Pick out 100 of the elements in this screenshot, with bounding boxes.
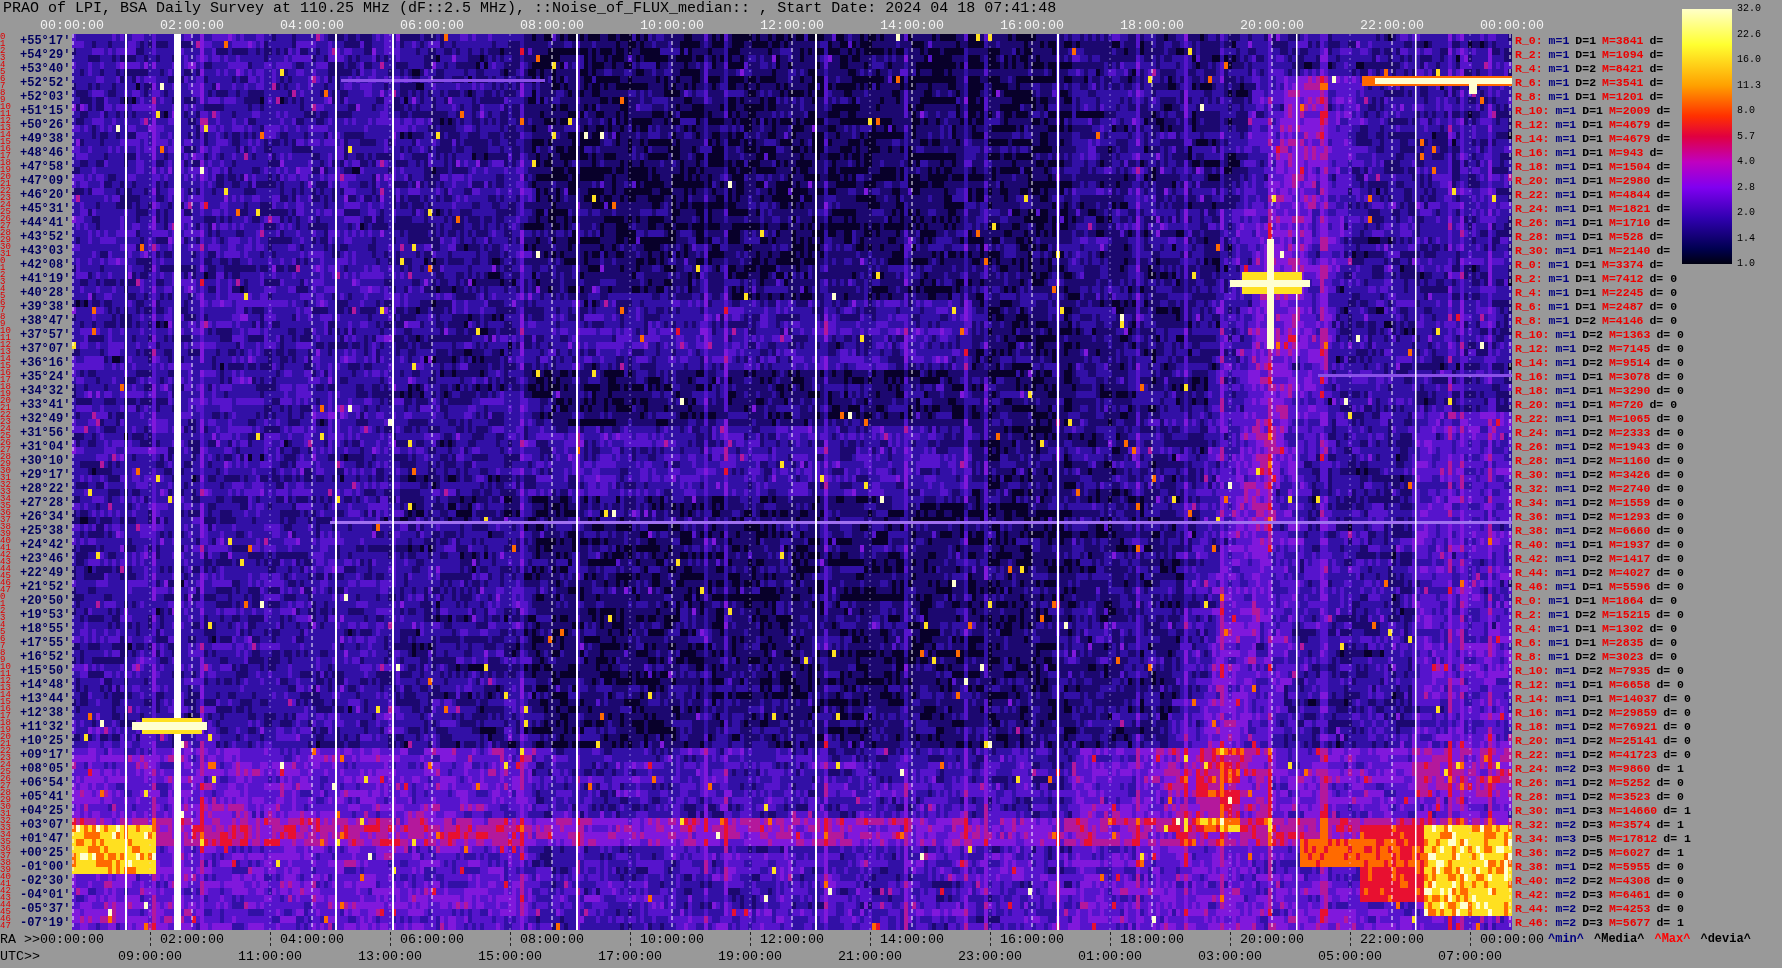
max-value: M=3023 <box>1602 650 1644 664</box>
deviation-value: d= 0 <box>1656 510 1684 524</box>
declination-label: +41°19' <box>20 272 71 286</box>
row-label: R_40: <box>1515 538 1550 552</box>
row-label: R_24: <box>1515 426 1550 440</box>
median-value: D=1 <box>1582 384 1603 398</box>
deviation-value: d= 1 <box>1656 846 1684 860</box>
declination-label: +42°08' <box>20 258 71 272</box>
utc-axis-label: 01:00:00 <box>1078 948 1142 964</box>
max-value: M=41723 <box>1608 748 1658 762</box>
max-value: M=7412 <box>1602 272 1644 286</box>
ra-axis-title: RA >> <box>0 931 40 947</box>
declination-label: +08°05' <box>20 762 71 776</box>
min-value: m=1 <box>1555 860 1577 874</box>
scale-tick-label: 8.0 <box>1737 104 1755 118</box>
row-label: R_30: <box>1515 804 1550 818</box>
median-value: D=3 <box>1582 818 1603 832</box>
max-value: M=4679 <box>1608 132 1651 146</box>
row-label: R_12: <box>1515 342 1550 356</box>
min-value: m=1 <box>1548 314 1570 328</box>
min-value: m=1 <box>1555 202 1577 216</box>
min-value: m=1 <box>1555 118 1577 132</box>
row-index: 4 <box>0 622 6 629</box>
min-value: m=1 <box>1555 132 1577 146</box>
declination-label: +06°54' <box>20 776 71 790</box>
deviation-value: d= 0 <box>1656 496 1684 510</box>
max-value: M=2333 <box>1608 426 1651 440</box>
median-value: D=1 <box>1582 398 1603 412</box>
min-value: m=1 <box>1548 300 1570 314</box>
deviation-value: d= 0 <box>1656 426 1684 440</box>
min-value: m=1 <box>1555 244 1577 258</box>
median-value: D=1 <box>1575 636 1597 650</box>
declination-label: +36°16' <box>20 356 71 370</box>
max-value: M=4679 <box>1608 118 1651 132</box>
median-value: D=2 <box>1582 468 1603 482</box>
min-value: m=1 <box>1555 412 1577 426</box>
min-value: m=1 <box>1555 146 1577 160</box>
min-value: m=1 <box>1555 328 1577 342</box>
deviation-value: d= 0 <box>1656 342 1684 356</box>
min-value: m=1 <box>1548 286 1570 300</box>
row-label: R_22: <box>1515 748 1550 762</box>
declination-label: +19°53' <box>20 608 71 622</box>
min-value: m=1 <box>1555 664 1577 678</box>
time-axis-label: 00:00:00 <box>40 18 104 33</box>
declination-label: +11°32' <box>20 720 71 734</box>
declination-label: +24°42' <box>20 538 71 552</box>
min-value: m=1 <box>1555 230 1577 244</box>
time-axis-label: 02:00:00 <box>160 18 224 33</box>
row-index: 11 <box>0 335 11 342</box>
max-value: M=25141 <box>1608 734 1658 748</box>
max-value: M=1943 <box>1608 440 1651 454</box>
deviation-value: d= <box>1656 188 1671 202</box>
row-index: 47 <box>0 923 11 930</box>
min-value: m=1 <box>1555 706 1577 720</box>
row-index: 11 <box>0 671 11 678</box>
min-value: m=2 <box>1555 874 1577 888</box>
ra-axis-label: 18:00:00 <box>1120 931 1184 947</box>
min-value: m=1 <box>1555 398 1577 412</box>
row-label: R_32: <box>1515 482 1550 496</box>
row-label: R_38: <box>1515 524 1550 538</box>
max-value: M=2009 <box>1608 104 1651 118</box>
max-value: M=1821 <box>1608 202 1651 216</box>
median-value: D=2 <box>1582 454 1603 468</box>
row-index: 41 <box>0 881 11 888</box>
row-label: R_0: <box>1515 34 1543 48</box>
max-value: M=5955 <box>1608 860 1651 874</box>
median-value: D=2 <box>1582 720 1603 734</box>
declination-label: +45°31' <box>20 202 71 216</box>
median-value: D=1 <box>1582 216 1603 230</box>
deviation-value: d= <box>1649 34 1664 48</box>
row-label: R_46: <box>1515 580 1550 594</box>
declination-label: +05°41' <box>20 790 71 804</box>
max-value: M=4253 <box>1608 902 1651 916</box>
median-value: D=1 <box>1575 272 1597 286</box>
time-axis-label: 12:00:00 <box>760 18 824 33</box>
row-index: 7 <box>0 83 6 90</box>
row-label: R_14: <box>1515 356 1550 370</box>
max-value: M=7935 <box>1608 664 1651 678</box>
utc-axis-label: 11:00:00 <box>238 948 302 964</box>
legend-label: ^Max^ <box>1654 932 1691 946</box>
declination-label: +20°50' <box>20 594 71 608</box>
deviation-value: d= 0 <box>1656 608 1684 622</box>
min-value: m=1 <box>1555 496 1577 510</box>
utc-axis-label: 15:00:00 <box>478 948 542 964</box>
row-label: R_18: <box>1515 384 1550 398</box>
median-value: D=1 <box>1582 118 1603 132</box>
deviation-value: d= 1 <box>1656 818 1684 832</box>
row-label: R_2: <box>1515 608 1543 622</box>
declination-label: +22°49' <box>20 566 71 580</box>
declination-label: +35°24' <box>20 370 71 384</box>
deviation-value: d= <box>1649 146 1664 160</box>
min-value: m=2 <box>1555 888 1577 902</box>
median-value: D=2 <box>1582 902 1603 916</box>
deviation-value: d= 0 <box>1656 328 1684 342</box>
median-value: D=1 <box>1582 174 1603 188</box>
deviation-value: d= 1 <box>1663 832 1691 846</box>
max-value: M=1937 <box>1608 538 1651 552</box>
min-value: m=1 <box>1555 538 1577 552</box>
deviation-value: d= 0 <box>1656 776 1684 790</box>
min-value: m=3 <box>1555 832 1577 846</box>
